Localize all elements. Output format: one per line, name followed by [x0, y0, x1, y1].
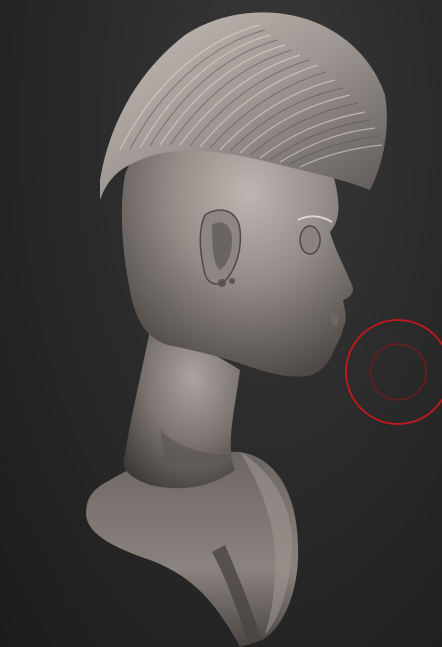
sculpted-bust[interactable]: [0, 0, 442, 647]
eye: [299, 225, 321, 255]
sculpt-viewport[interactable]: [0, 0, 442, 647]
earring: [218, 279, 226, 287]
